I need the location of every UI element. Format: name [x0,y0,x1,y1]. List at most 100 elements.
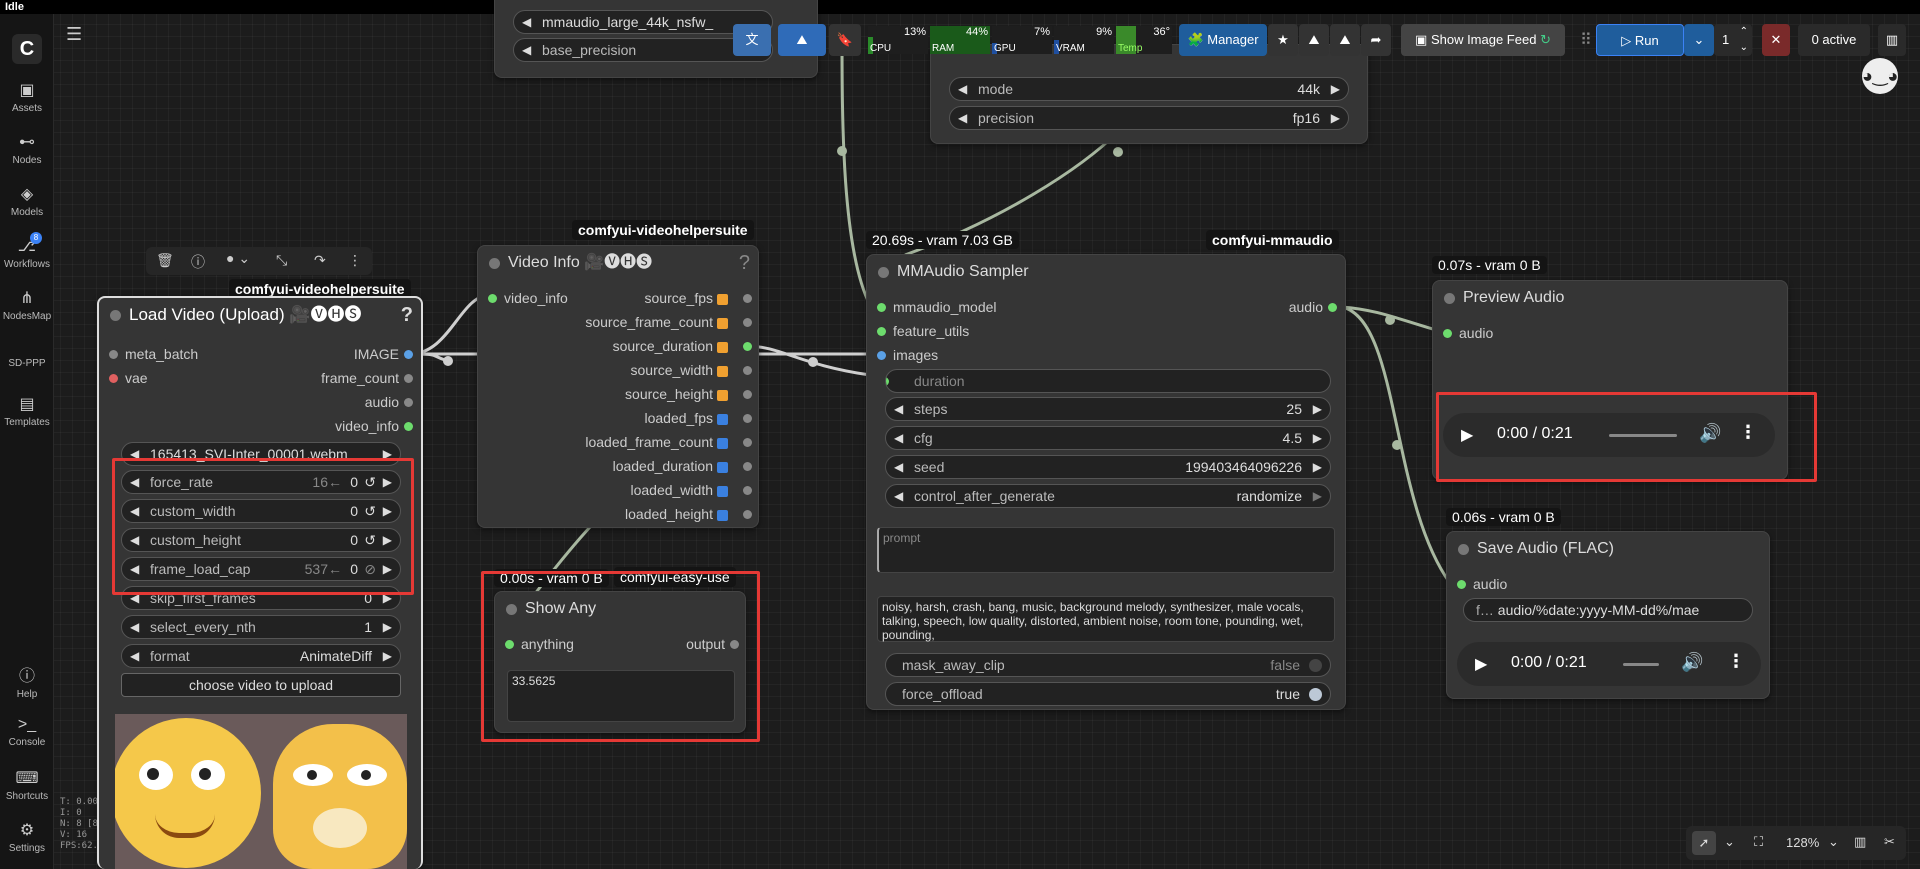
input-audio[interactable]: audio [1457,576,1507,592]
load-video-title[interactable]: Load Video (Upload) 🎥🅥🅗🅢? [99,298,421,332]
reset-icon[interactable]: ↺ [364,529,376,551]
sampler-title[interactable]: MMAudio Sampler [867,255,1345,289]
run-mode-dropdown[interactable]: ⌄ [1684,24,1714,56]
model-button-1[interactable]: ⛰ [1299,24,1329,56]
custom-height-widget[interactable]: ◀ custom_height 0 ↺ ▶ [121,528,401,552]
output-frame-count[interactable]: frame_count [321,370,413,386]
run-count-stepper[interactable]: 1 ⌃ ⌄ [1714,24,1752,56]
sidebar-item-help[interactable]: ⓘ Help [0,662,54,700]
chevron-down-icon[interactable]: ⌄ [1724,834,1735,850]
sidebar-item-settings[interactable]: ⚙ Settings [0,820,54,854]
disabled-icon[interactable]: ⊘ [364,558,376,580]
drag-handle-icon[interactable]: ⠿ [1580,30,1592,50]
sidebar-item-workflows[interactable]: ⎇ 8 Workflows [0,232,54,270]
negative-prompt-textarea[interactable]: noisy, harsh, crash, bang, music, backgr… [877,596,1335,642]
output-loaded-height[interactable]: loaded_height [625,506,728,522]
output-source-width[interactable]: source_width [631,362,728,378]
sidebar-item-nodes[interactable]: ⊷ Nodes [0,132,54,166]
output-loaded-fps[interactable]: loaded_fps [644,410,728,426]
input-video-info[interactable]: video_info [488,290,568,306]
input-anything[interactable]: anything [505,636,574,652]
filename-prefix-widget[interactable]: f… audio/%date:yyyy-MM-dd%/mae [1463,598,1753,622]
precision-widget[interactable]: ◀ precision fp16 ▶ [949,106,1349,130]
mmaudio-sampler-node[interactable]: MMAudio Sampler mmaudio_model feature_ut… [866,254,1346,710]
sidebar-item-templates[interactable]: ▤ Templates [0,394,54,428]
prompt-textarea[interactable]: prompt [877,527,1335,573]
load-video-node[interactable]: Load Video (Upload) 🎥🅥🅗🅢? meta_batch vae… [97,296,423,869]
trash-icon[interactable]: 🗑 [156,252,174,269]
play-icon[interactable]: ▶ [1461,425,1473,445]
input-feature-utils[interactable]: feature_utils [877,323,969,339]
output-source-frame-count[interactable]: source_frame_count [585,314,728,330]
link-visibility-icon[interactable]: ✂ [1884,834,1895,850]
info-icon[interactable]: ⓘ [191,252,205,272]
skip-first-frames-widget[interactable]: ◀ skip_first_frames 0 ▶ [121,586,401,610]
sidebar-item-nodesmap[interactable]: ⋔ NodesMap [0,288,54,322]
save-audio-player[interactable]: ▶ 0:00 / 0:21 🔊 ⋮ [1457,642,1761,686]
output-image[interactable]: IMAGE [354,346,413,362]
format-widget[interactable]: ◀ format AnimateDiff ▶ [121,644,401,668]
duration-input[interactable]: duration [885,369,1331,393]
frame-load-cap-widget[interactable]: ◀ frame_load_cap 537← 0 ⊘ ▶ [121,557,401,581]
mmaudio-feature-utils-node[interactable]: ◀ mode 44k ▶ ◀ precision fp16 ▶ [930,44,1368,144]
show-image-feed-button[interactable]: ▣ Show Image Feed ↻ [1401,24,1565,56]
volume-icon[interactable]: 🔊 [1699,423,1721,444]
show-any-node[interactable]: Show Any anything output 33.5625 [494,591,746,733]
steps-widget[interactable]: ◀ steps 25 ▶ [885,397,1331,421]
output-audio[interactable]: audio [1289,299,1337,315]
output-output[interactable]: output [686,636,739,652]
more-icon[interactable]: ⋮ [1739,422,1757,443]
comfy-logo-icon[interactable]: C [12,34,42,64]
output-audio[interactable]: audio [365,394,413,410]
output-loaded-frame-count[interactable]: loaded_frame_count [585,434,728,450]
reset-icon[interactable]: ↺ [364,500,376,522]
assistant-avatar[interactable]: ◕‿◕ [1862,58,1898,94]
audio-seek-bar[interactable] [1623,663,1659,666]
translate-button[interactable]: 文 [733,24,771,56]
output-video-info[interactable]: video_info [335,418,413,434]
play-icon[interactable]: ▶ [1475,654,1487,674]
more-icon[interactable]: ⋮ [1727,651,1745,672]
output-source-height[interactable]: source_height [625,386,728,402]
output-source-duration[interactable]: source_duration [613,338,728,354]
cancel-run-button[interactable]: ✕ [1762,24,1790,56]
logo-toggle-button[interactable]: ⛰ [778,24,826,56]
video-info-title[interactable]: Video Info 🎥🅥🅗🅢? [478,246,758,280]
menu-icon[interactable]: ☰ [66,24,82,45]
sidebar-item-sdppp[interactable]: SD-PPP [0,358,54,369]
more-icon[interactable]: ⋮ [348,252,362,269]
sidebar-item-models[interactable]: ◈ Models [0,184,54,218]
force-offload-toggle[interactable]: force_offload true [885,682,1331,706]
save-audio-title[interactable]: Save Audio (FLAC) [1447,532,1769,566]
sidebar-item-console[interactable]: >_ Console [0,716,54,748]
share-button[interactable]: ➦ [1361,24,1391,56]
mode-widget[interactable]: ◀ mode 44k ▶ [949,77,1349,101]
color-picker-icon[interactable]: ● ⌄ [226,250,250,267]
help-icon[interactable]: ? [401,298,413,332]
video-preview[interactable] [115,714,407,869]
save-audio-node[interactable]: Save Audio (FLAC) audio f… audio/%date:y… [1446,531,1770,699]
help-icon[interactable]: ? [739,246,750,280]
preview-audio-node[interactable]: Preview Audio audio ▶ 0:00 / 0:21 🔊 ⋮ [1432,280,1788,480]
run-button[interactable]: ▷ Run [1596,24,1684,56]
star-button[interactable]: ★ [1268,24,1298,56]
bookmark-button[interactable]: 🔖 [829,24,861,56]
sidebar-item-shortcuts[interactable]: ⌨ Shortcuts [0,768,54,802]
reset-icon[interactable]: ↺ [364,471,376,493]
sidebar-item-assets[interactable]: ▣ Assets [0,80,54,114]
output-source-fps[interactable]: source_fps [645,290,728,306]
custom-width-widget[interactable]: ◀ custom_width 0 ↺ ▶ [121,499,401,523]
video-info-node[interactable]: Video Info 🎥🅥🅗🅢? video_info source_fps s… [477,245,759,528]
mask-away-clip-toggle[interactable]: mask_away_clip false [885,653,1331,677]
seed-widget[interactable]: ◀ seed 199403464096226 ▶ [885,455,1331,479]
cfg-widget[interactable]: ◀ cfg 4.5 ▶ [885,426,1331,450]
select-tool-icon[interactable]: ➚ [1692,831,1716,855]
toggle-panel-button[interactable]: ▥ [1878,24,1906,56]
select-every-nth-widget[interactable]: ◀ select_every_nth 1 ▶ [121,615,401,639]
active-queue-button[interactable]: 0 active [1798,24,1870,56]
volume-icon[interactable]: 🔊 [1681,652,1703,673]
manager-button[interactable]: 🧩 Manager [1179,24,1267,56]
audio-seek-bar[interactable] [1609,434,1677,437]
preview-audio-title[interactable]: Preview Audio [1433,281,1787,315]
input-images[interactable]: images [877,347,938,363]
